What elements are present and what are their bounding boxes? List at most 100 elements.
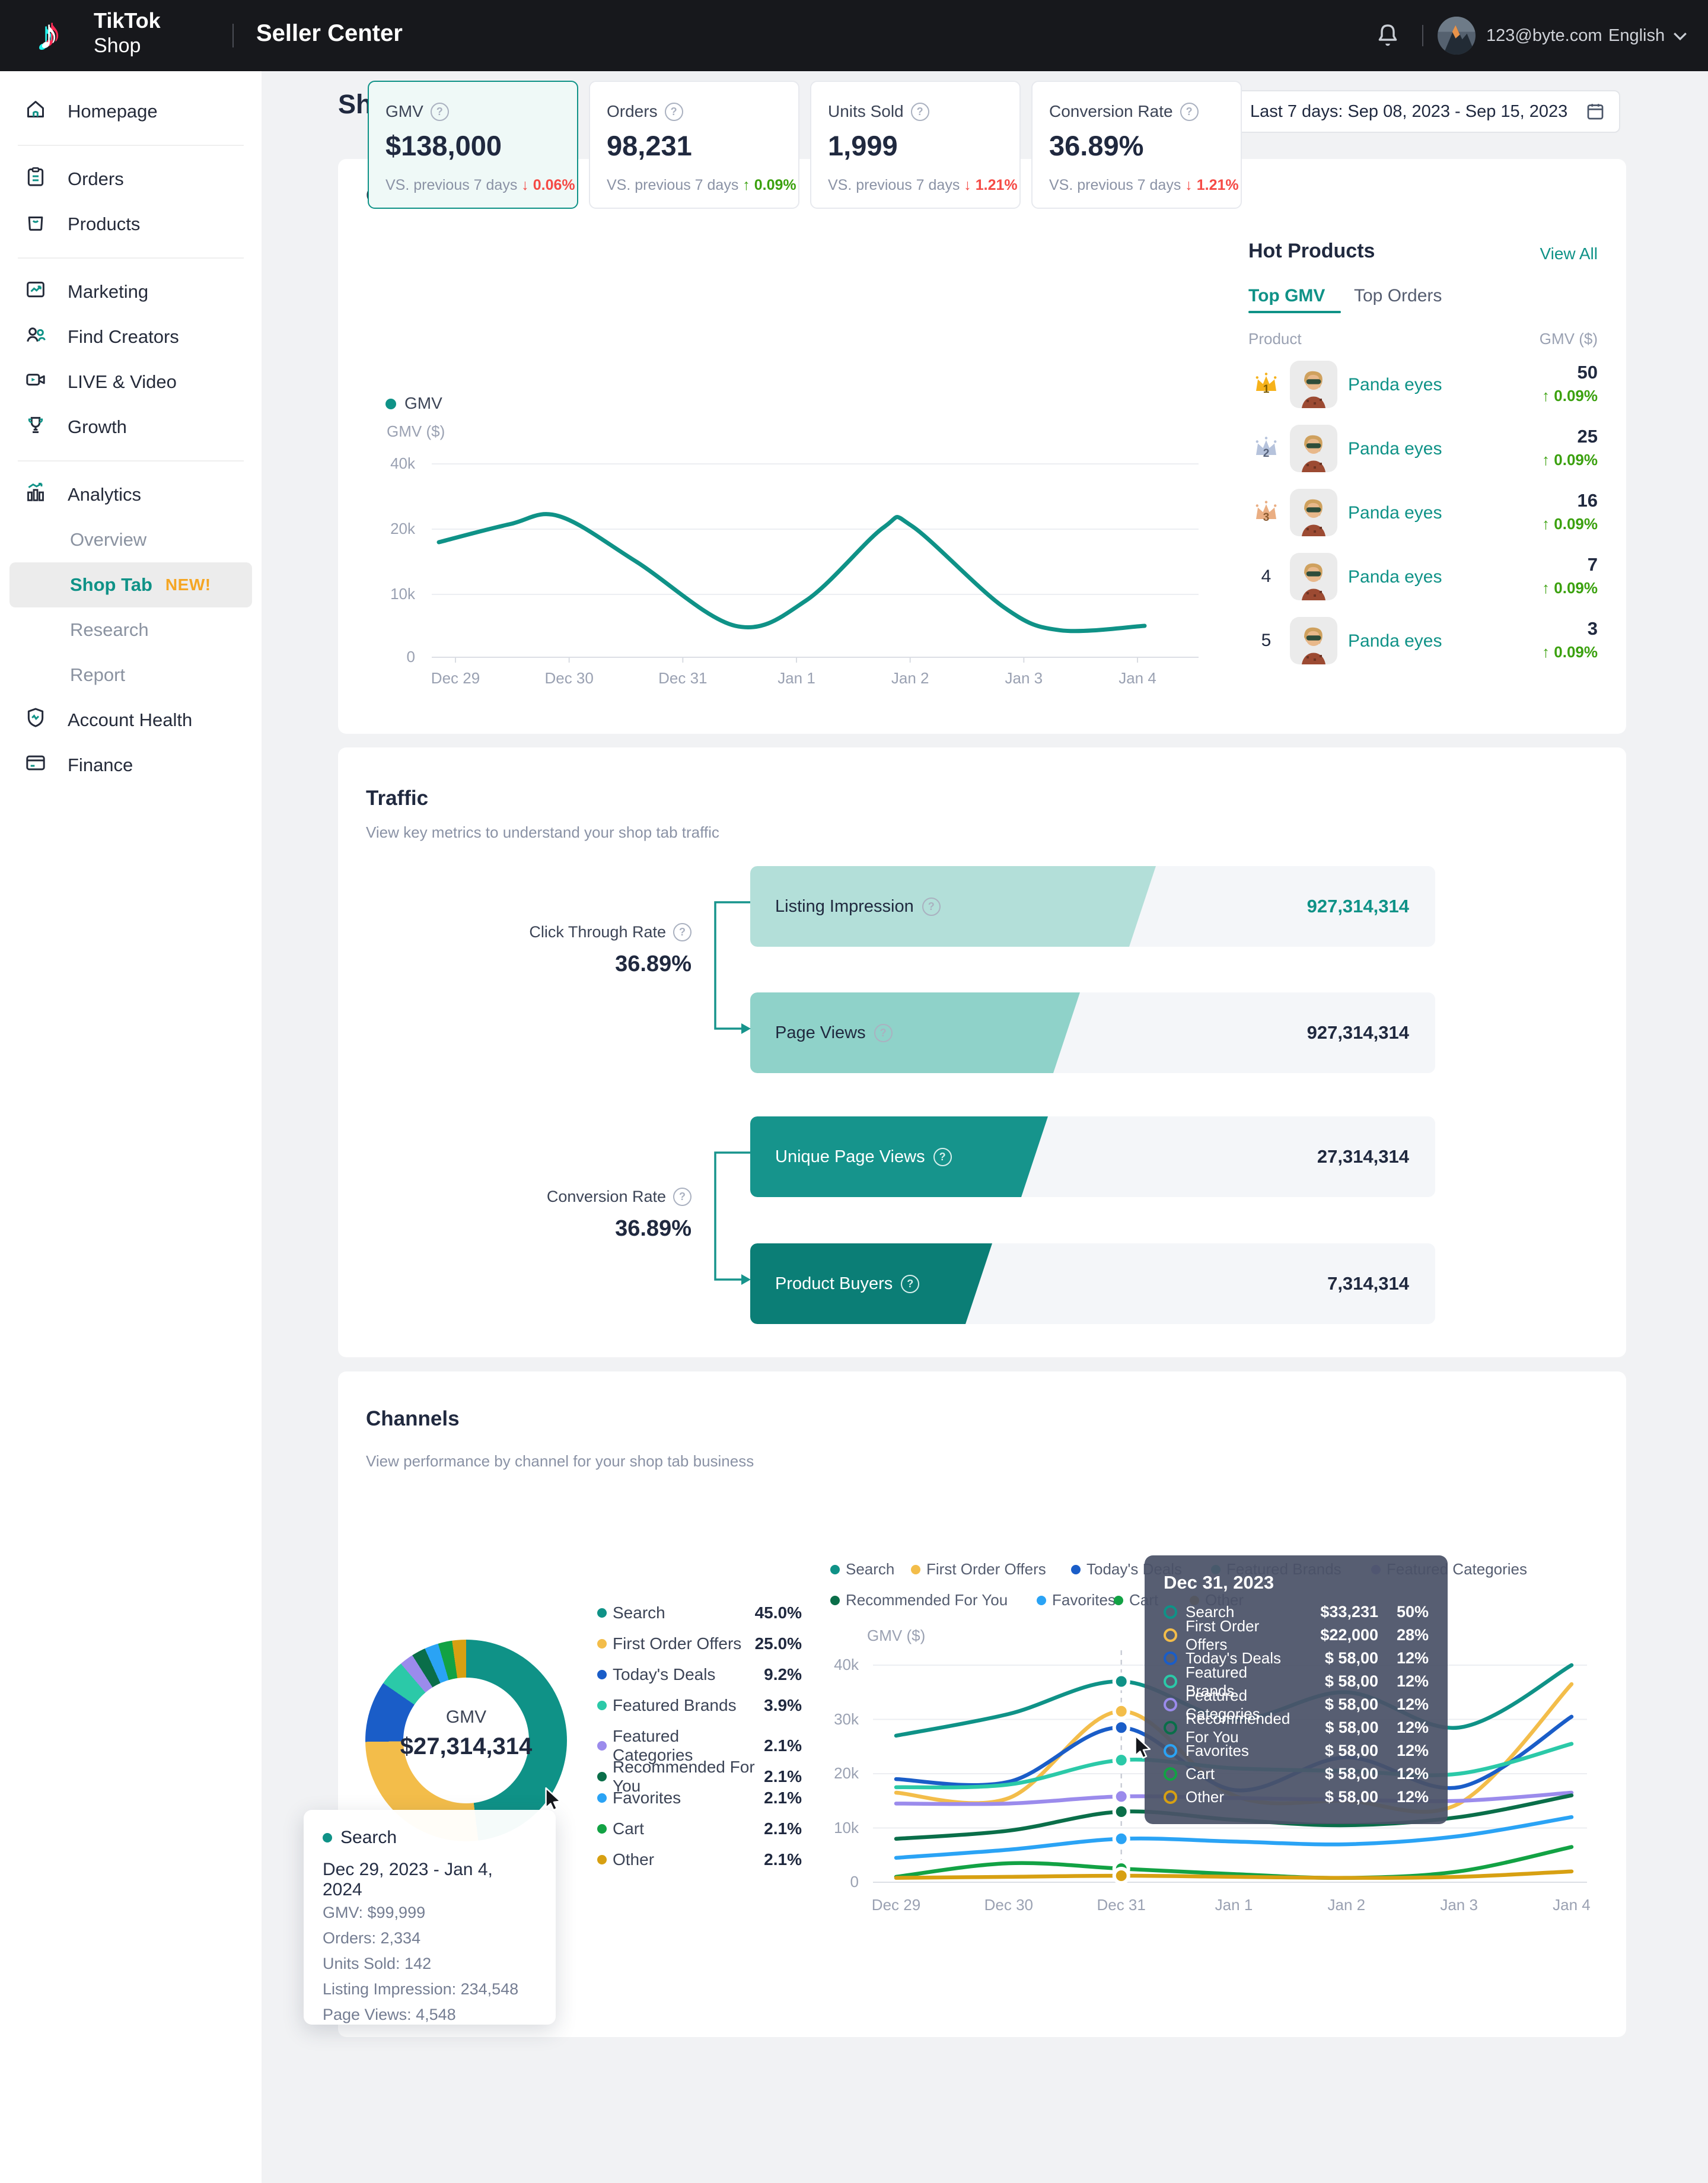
legend-dot <box>1071 1565 1081 1574</box>
help-icon[interactable]: ? <box>1180 103 1199 121</box>
donut-legend-first-order-offers[interactable]: First Order Offers25.0% <box>597 1634 802 1653</box>
sidebar-item-overview[interactable]: Overview <box>9 517 252 562</box>
metric-vs-row: VS. previous 7 days ↓ 1.21% <box>828 177 1018 194</box>
hot-product-row[interactable]: 5Panda eyes3↑ 0.09% <box>1248 609 1598 673</box>
metric-card-units-sold[interactable]: Units Sold?1,999VS. previous 7 days ↓ 1.… <box>810 81 1021 209</box>
product-gmv-value: 16 <box>1479 490 1598 511</box>
line-legend-search[interactable]: Search <box>830 1560 894 1579</box>
legend-dot <box>911 1565 920 1574</box>
sidebar-item-shop-tab[interactable]: Shop TabNEW! <box>9 562 252 607</box>
help-icon[interactable]: ? <box>922 898 941 916</box>
connector-label-click-through-rate: Click Through Rate? <box>442 923 692 941</box>
sidebar-item-research[interactable]: Research <box>9 607 252 653</box>
app-title: Seller Center <box>256 20 403 47</box>
product-name-link[interactable]: Panda eyes <box>1348 375 1442 395</box>
column-header-product: Product <box>1248 330 1302 348</box>
hot-product-row[interactable]: 4Panda eyes7↑ 0.09% <box>1248 545 1598 609</box>
account-email[interactable]: 123@byte.com <box>1486 26 1602 46</box>
help-icon[interactable]: ? <box>431 103 449 121</box>
tooltip-series-value: $ 58,00 <box>1289 1695 1378 1714</box>
sidebar-item-report[interactable]: Report <box>9 653 252 698</box>
tooltip-metric-line: Listing Impression: 234,548 <box>323 1977 537 2002</box>
donut-legend-search[interactable]: Search45.0% <box>597 1603 802 1622</box>
metric-vs-row: VS. previous 7 days ↓ 1.21% <box>1049 177 1239 194</box>
sidebar-item-label: Account Health <box>68 709 192 731</box>
axis-tick-label: Dec 30 <box>534 669 605 688</box>
funnel-bar-value: 927,314,314 <box>1307 992 1409 1073</box>
donut-legend-today-s-deals[interactable]: Today's Deals9.2% <box>597 1665 802 1684</box>
help-icon[interactable]: ? <box>911 103 929 121</box>
tiktok-logo-icon[interactable]: ♪ ♪ ♪ <box>38 9 85 62</box>
donut-legend-cart[interactable]: Cart2.1% <box>597 1819 802 1838</box>
active-tab-underline <box>1248 311 1341 313</box>
donut-legend-featured-brands[interactable]: Featured Brands3.9% <box>597 1696 802 1715</box>
sidebar-item-find-creators[interactable]: Find Creators <box>9 314 252 359</box>
legend-label: First Order Offers <box>926 1560 1046 1579</box>
avatar[interactable] <box>1438 17 1476 55</box>
view-all-link[interactable]: View All <box>1479 244 1598 263</box>
brand-text[interactable]: TikTok Shop <box>94 8 161 58</box>
tooltip-series-name: Search <box>340 1828 397 1848</box>
donut-legend-favorites[interactable]: Favorites2.1% <box>597 1789 802 1808</box>
help-icon[interactable]: ? <box>933 1148 952 1166</box>
line-legend-first-order-offers[interactable]: First Order Offers <box>911 1560 1046 1579</box>
chevron-down-icon[interactable] <box>1672 31 1688 44</box>
mouse-cursor <box>540 1786 567 1816</box>
rank-number: 2 <box>1248 447 1284 460</box>
product-gmv-delta: ↑ 0.09% <box>1479 579 1598 597</box>
sidebar-item-growth[interactable]: Growth <box>9 405 252 450</box>
traffic-subtitle: View key metrics to understand your shop… <box>366 823 719 842</box>
product-gmv-delta: ↑ 0.09% <box>1479 515 1598 533</box>
metric-card-conversion-rate[interactable]: Conversion Rate?36.89%VS. previous 7 day… <box>1031 81 1242 209</box>
metric-card-orders[interactable]: Orders?98,231VS. previous 7 days ↑ 0.09% <box>589 81 799 209</box>
metric-vs-text: VS. previous 7 days <box>1049 177 1185 193</box>
column-header-gmv: GMV ($) <box>1479 330 1598 348</box>
metric-card-gmv[interactable]: GMV?$138,000VS. previous 7 days ↓ 0.06% <box>368 81 578 209</box>
hot-product-row[interactable]: 2Panda eyes25↑ 0.09% <box>1248 416 1598 480</box>
language-selector[interactable]: English <box>1608 26 1665 46</box>
rank-indicator: 2 <box>1248 416 1284 480</box>
legend-dot <box>597 1608 607 1618</box>
product-name-link[interactable]: Panda eyes <box>1348 503 1442 523</box>
axis-tick-label: Jan 1 <box>1198 1896 1269 1914</box>
hot-product-row[interactable]: 1Panda eyes50↑ 0.09% <box>1248 352 1598 416</box>
sidebar-item-products[interactable]: Products <box>9 202 252 247</box>
tooltip-series-dot <box>1164 1628 1177 1642</box>
date-range-picker[interactable]: Last 7 days: Sep 08, 2023 - Sep 15, 2023 <box>1236 90 1620 133</box>
axis-tick-label: 0 <box>356 648 415 666</box>
sidebar-item-finance[interactable]: Finance <box>9 743 252 788</box>
sidebar-item-account-health[interactable]: Account Health <box>9 698 252 743</box>
line-legend-recommended-for-you[interactable]: Recommended For You <box>830 1591 1008 1609</box>
product-gmv-delta: ↑ 0.09% <box>1479 643 1598 661</box>
sidebar-item-marketing[interactable]: Marketing <box>9 269 252 314</box>
line-legend-favorites[interactable]: Favorites <box>1037 1591 1116 1609</box>
sidebar-item-homepage[interactable]: Homepage <box>9 89 252 134</box>
help-icon[interactable]: ? <box>901 1275 919 1293</box>
sidebar-item-orders[interactable]: Orders <box>9 157 252 202</box>
tooltip-metric-line: Units Sold: 142 <box>323 1951 537 1977</box>
product-name-link[interactable]: Panda eyes <box>1348 567 1442 587</box>
sidebar-item-live-video[interactable]: LIVE & Video <box>9 359 252 405</box>
help-icon[interactable]: ? <box>673 923 692 941</box>
legend-label: Today's Deals <box>613 1665 715 1684</box>
donut-legend-other[interactable]: Other2.1% <box>597 1850 802 1869</box>
product-name-link[interactable]: Panda eyes <box>1348 631 1442 651</box>
hot-products-tab-top-orders[interactable]: Top Orders <box>1354 286 1442 306</box>
help-icon[interactable]: ? <box>874 1024 893 1042</box>
axis-tick-label: 20k <box>799 1764 859 1783</box>
funnel-label-text: Product Buyers <box>775 1274 893 1294</box>
sidebar-item-analytics[interactable]: Analytics <box>9 472 252 517</box>
legend-label: Featured Brands <box>613 1696 737 1715</box>
hot-product-row[interactable]: 3Panda eyes16↑ 0.09% <box>1248 480 1598 545</box>
legend-label: Cart <box>613 1819 644 1838</box>
metric-label-text: Conversion Rate <box>1049 102 1173 121</box>
tooltip-series-value: $ 58,00 <box>1289 1788 1378 1806</box>
hot-products-tab-top-gmv[interactable]: Top GMV <box>1248 286 1325 306</box>
product-image <box>1290 361 1337 408</box>
bell-icon[interactable] <box>1374 21 1402 50</box>
help-icon[interactable]: ? <box>673 1188 692 1206</box>
product-name-link[interactable]: Panda eyes <box>1348 439 1442 459</box>
help-icon[interactable]: ? <box>665 103 683 121</box>
tooltip-series-value: $22,000 <box>1289 1626 1378 1644</box>
connector-label-conversion-rate: Conversion Rate? <box>442 1188 692 1206</box>
